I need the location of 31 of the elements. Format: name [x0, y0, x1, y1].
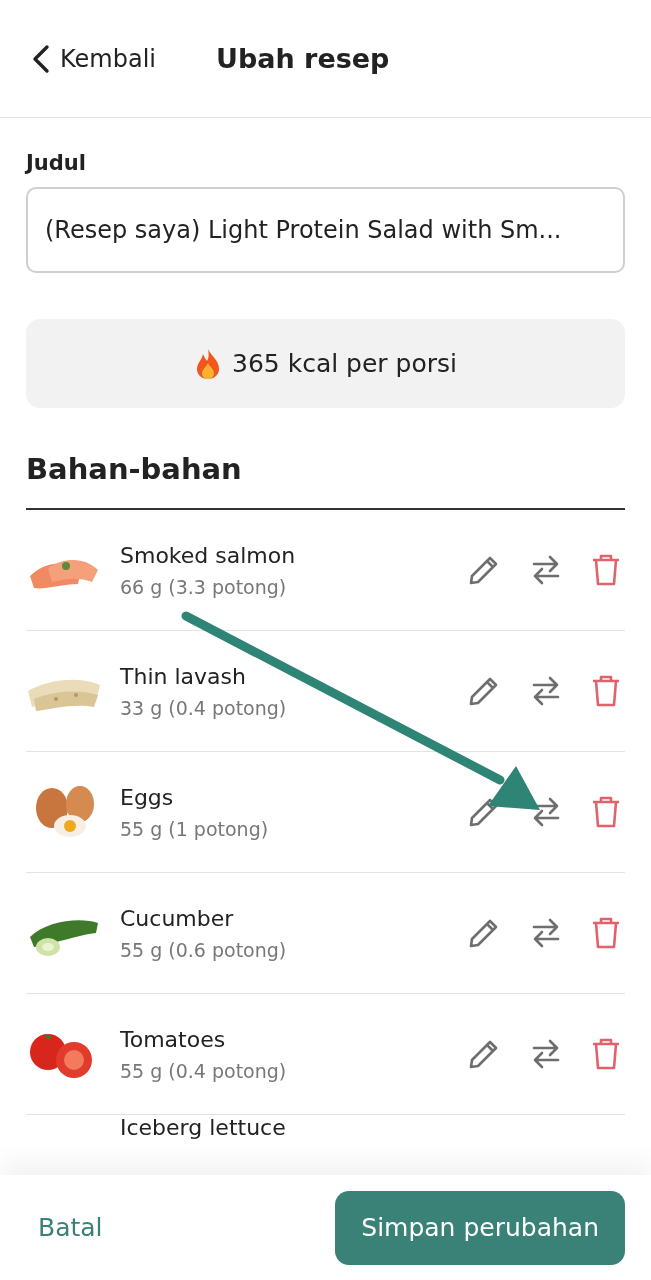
field-label: Judul — [26, 151, 87, 175]
page-title: Ubah resep — [215, 43, 390, 74]
ingredient-amount: 55 g (0.6 potong) — [120, 938, 288, 961]
section-heading: Bahan-bahan — [26, 452, 625, 510]
swap-icon[interactable] — [531, 674, 561, 708]
cancel-button[interactable]: Batal — [38, 1213, 103, 1242]
delete-icon[interactable] — [591, 553, 621, 587]
delete-icon[interactable] — [591, 1037, 621, 1071]
flame-icon — [194, 347, 222, 380]
ingredient-name: Iceberg lettuce — [120, 1115, 287, 1140]
ingredient-amount: 33 g (0.4 potong) — [120, 696, 288, 719]
ingredient-name: Thin lavash — [120, 663, 247, 689]
ingredient-amount: 66 g (3.3 potong) — [120, 575, 288, 598]
title-field[interactable]: (Resep saya) Light Protein Salad with Sm... — [26, 187, 625, 273]
delete-icon[interactable] — [591, 795, 621, 829]
ingredient-name: Eggs — [120, 784, 175, 810]
ingredient-name: Tomatoes — [120, 1026, 227, 1052]
ingredient-name: Cucumber — [120, 905, 235, 931]
swap-icon[interactable] — [531, 1037, 561, 1071]
delete-icon[interactable] — [591, 916, 621, 950]
save-button[interactable]: Simpan perubahan — [335, 1190, 625, 1265]
swap-icon[interactable] — [531, 795, 561, 829]
calorie-text: 365 kcal per porsi — [232, 349, 457, 378]
back-icon — [30, 43, 52, 74]
back-button[interactable]: Kembali — [30, 43, 156, 74]
ingredient-amount: 55 g (0.4 potong) — [120, 1059, 288, 1082]
ingredient-amount: 55 g (1 potong) — [120, 817, 270, 840]
ingredient-name: Smoked salmon — [120, 542, 297, 568]
swap-icon[interactable] — [531, 553, 561, 587]
delete-icon[interactable] — [591, 674, 621, 708]
swap-icon[interactable] — [531, 916, 561, 950]
